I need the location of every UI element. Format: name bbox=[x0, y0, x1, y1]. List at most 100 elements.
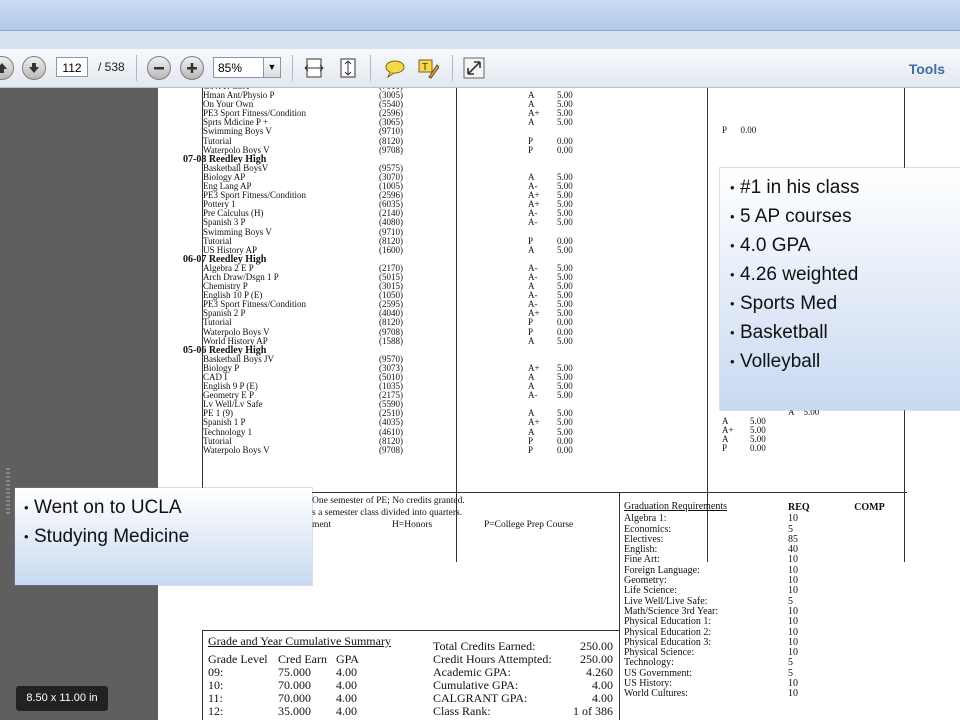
callout-item: #1 in his class bbox=[730, 173, 960, 202]
graduation-rows: Algebra 1: 10 Economics: 5 Electives: 85 Engli… bbox=[624, 513, 914, 700]
menu-bar-area bbox=[0, 31, 960, 49]
minus-icon bbox=[154, 67, 164, 70]
grade-row: A 5.00 bbox=[528, 244, 588, 255]
grade-row: A- 5.00 bbox=[528, 218, 588, 227]
table-border bbox=[202, 630, 619, 631]
legend-line-3: ment H=Honors P=College Prep Course bbox=[312, 520, 574, 530]
course-grade: A bbox=[528, 335, 535, 346]
expand-button[interactable] bbox=[462, 56, 486, 80]
course-credits: 5.00 bbox=[557, 390, 573, 401]
course-credits: 0.00 bbox=[557, 144, 573, 155]
table-border bbox=[202, 630, 203, 720]
toolbar-separator bbox=[452, 55, 453, 81]
table-border bbox=[707, 88, 708, 562]
comment-button[interactable] bbox=[383, 56, 407, 80]
chevron-down-icon[interactable]: ▼ bbox=[263, 58, 280, 77]
expand-icon bbox=[463, 57, 485, 79]
course-code: (1588) bbox=[379, 335, 403, 346]
highlighter-icon: T bbox=[418, 59, 439, 79]
callout-item: Studying Medicine bbox=[24, 522, 312, 551]
requirement-value: 10 bbox=[788, 647, 798, 659]
requirement-value: 10 bbox=[788, 688, 798, 700]
course-grade: A- bbox=[528, 217, 538, 228]
total-label: Class Rank: bbox=[433, 704, 491, 718]
table-border bbox=[619, 492, 620, 720]
callout-item: 4.0 GPA bbox=[730, 231, 960, 260]
course-grade: P bbox=[528, 444, 534, 455]
graduation-row: Electives: 85 bbox=[624, 534, 914, 545]
grade: P bbox=[722, 443, 728, 454]
graduation-row: Economics: 5 bbox=[624, 524, 914, 535]
zoom-out-button[interactable] bbox=[147, 56, 171, 80]
course-code: (1600) bbox=[379, 244, 403, 255]
table-border bbox=[456, 88, 457, 562]
course-credits: 5.00 bbox=[557, 117, 573, 128]
course-grade: P bbox=[528, 144, 534, 155]
grade-row: A 5.00 bbox=[528, 118, 588, 127]
svg-text:T: T bbox=[422, 62, 428, 73]
legend-line-1: One semester of PE; No credits granted. bbox=[312, 496, 465, 506]
tools-button[interactable]: Tools bbox=[909, 61, 945, 77]
callout-item: 5 AP courses bbox=[730, 202, 960, 231]
summary-rows: 09: 75.000 4.00 10: 70.000 4.00 11: 70.000 4.00 1… bbox=[208, 666, 386, 718]
callout-item: Went on to UCLA bbox=[24, 493, 312, 522]
legend: One semester of PE; No credits granted. … bbox=[312, 495, 573, 531]
total-row: Class Rank: 1 of 386 bbox=[433, 705, 613, 718]
toolbar-separator bbox=[370, 55, 371, 81]
fit-page-icon bbox=[340, 58, 356, 78]
graduation-row: English: 40 bbox=[624, 544, 914, 555]
panel-resize-handle[interactable] bbox=[6, 468, 10, 514]
arrow-down-icon bbox=[29, 63, 39, 73]
plus-icon bbox=[187, 63, 197, 73]
course-grade: A- bbox=[528, 390, 538, 401]
course-grade: A bbox=[528, 244, 535, 255]
course-code: (9708) bbox=[379, 144, 403, 155]
page-total-label: / 538 bbox=[98, 60, 125, 74]
page-number-input[interactable]: 112 bbox=[56, 57, 88, 77]
requirement-value: 10 bbox=[788, 513, 798, 525]
zoom-select[interactable]: 85% ▼ bbox=[213, 57, 281, 78]
course-credits: 0.00 bbox=[557, 444, 573, 455]
credits-earned: 35.000 bbox=[278, 704, 311, 718]
next-page-button[interactable] bbox=[22, 56, 46, 80]
reader-toolbar: 112 / 538 85% ▼ T Tools bbox=[0, 49, 960, 88]
navigation-panel bbox=[0, 88, 158, 720]
graduation-requirements: Graduation Requirements Algebra 1: 10 Econ… bbox=[624, 501, 914, 700]
summary-title: Grade and Year Cumulative Summary bbox=[208, 634, 391, 648]
previous-page-button[interactable] bbox=[0, 56, 14, 80]
highlight-text-button[interactable]: T bbox=[416, 56, 440, 80]
requirement-value: 10 bbox=[788, 585, 798, 597]
gpa: 4.00 bbox=[336, 704, 357, 718]
graduation-columns: REQ COMP bbox=[788, 502, 885, 513]
course-grade: A bbox=[528, 117, 535, 128]
requirement-value: 5 bbox=[788, 657, 793, 669]
grade-row: A- 5.00 bbox=[528, 391, 588, 400]
course-codes: (7010)(3005)(5540)(2596)(3065)(9710)(812… bbox=[379, 88, 429, 455]
right-grade-row: P 0.00 bbox=[722, 444, 766, 453]
fit-width-button[interactable] bbox=[302, 56, 326, 80]
callout-item: 4.26 weighted bbox=[730, 260, 960, 289]
grade-level: 12: bbox=[208, 704, 224, 718]
graduation-row: Foreign Language: 10 bbox=[624, 565, 914, 576]
right-grade-rows: A 5.00 A+ 5.00 A 5.00 P 0.00 bbox=[722, 416, 766, 453]
course-credits: 5.00 bbox=[557, 335, 573, 346]
grade-row: A 5.00 bbox=[528, 335, 588, 346]
zoom-in-button[interactable] bbox=[180, 56, 204, 80]
callout-item: Sports Med bbox=[730, 289, 960, 318]
total-value: 1 of 386 bbox=[573, 704, 613, 718]
outcome-callout: Went on to UCLAStudying Medicine bbox=[15, 488, 312, 585]
callout-item: Volleyball bbox=[730, 347, 960, 376]
fit-page-button[interactable] bbox=[336, 56, 360, 80]
fit-width-icon bbox=[304, 58, 324, 78]
window-title-bar bbox=[0, 0, 960, 31]
right-grade-top: P 0.00 bbox=[722, 125, 757, 135]
achievements-callout: #1 in his class5 AP courses4.0 GPA4.26 w… bbox=[720, 168, 960, 410]
legend-line-2: s a semester class divided into quarters… bbox=[312, 508, 463, 518]
credits: 0.00 bbox=[750, 443, 766, 454]
page-size-indicator: 8.50 x 11.00 in bbox=[16, 686, 108, 711]
zoom-value: 85% bbox=[218, 61, 243, 75]
course-credits: 5.00 bbox=[557, 217, 573, 228]
comment-icon bbox=[385, 60, 405, 78]
requirement-label: World Cultures: bbox=[624, 688, 688, 700]
